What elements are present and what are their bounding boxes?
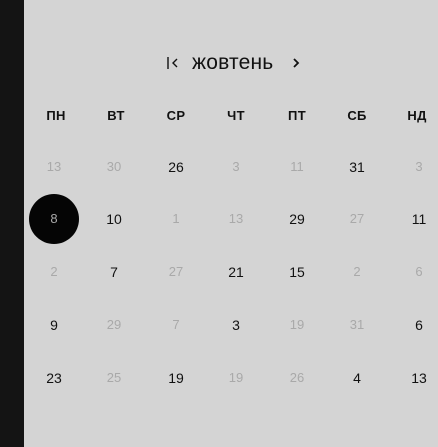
day-cell-wed[interactable]: 7 xyxy=(156,315,196,335)
selected-day-cell[interactable]: 8 xyxy=(29,194,79,244)
day-cell-tue[interactable]: 10 xyxy=(94,209,134,229)
day-cell-wed[interactable]: 27 xyxy=(156,262,196,282)
day-cell-tue[interactable]: 25 xyxy=(94,368,134,388)
day-cell-sun[interactable]: 11 xyxy=(399,209,438,229)
day-cell-wed[interactable]: 19 xyxy=(156,368,196,388)
day-cell-mon[interactable]: 2 xyxy=(34,262,74,282)
calendar-panel: жовтень ПН ВТ СР ЧТ ПТ СБ НД 13 30 26 3 11 31… xyxy=(24,0,438,447)
day-cell-sun[interactable]: 3 xyxy=(399,157,438,177)
day-cell-sat[interactable]: 4 xyxy=(337,368,377,388)
day-cell-fri[interactable]: 26 xyxy=(277,368,317,388)
day-cell-thu[interactable]: 21 xyxy=(216,262,256,282)
day-grid: 13 30 26 3 11 31 3 8 10 1 13 29 27 11 2 7 27 21 15 2 6 9 29 7 3 1… xyxy=(24,0,438,447)
day-cell-mon[interactable]: 13 xyxy=(34,157,74,177)
day-cell-sun[interactable]: 6 xyxy=(399,315,438,335)
day-cell-tue[interactable]: 30 xyxy=(94,157,134,177)
day-cell-sat[interactable]: 27 xyxy=(337,209,377,229)
day-cell-sat[interactable]: 31 xyxy=(337,315,377,335)
day-cell-tue[interactable]: 29 xyxy=(94,315,134,335)
day-cell-fri[interactable]: 29 xyxy=(277,209,317,229)
day-cell-sun[interactable]: 13 xyxy=(399,368,438,388)
day-cell-mon[interactable]: 23 xyxy=(34,368,74,388)
day-cell-fri[interactable]: 19 xyxy=(277,315,317,335)
left-edge-bar xyxy=(0,0,24,447)
day-cell-thu[interactable]: 3 xyxy=(216,315,256,335)
day-cell-fri[interactable]: 11 xyxy=(277,157,317,177)
day-cell-wed[interactable]: 1 xyxy=(156,209,196,229)
day-cell-tue[interactable]: 7 xyxy=(94,262,134,282)
day-cell-thu[interactable]: 3 xyxy=(216,157,256,177)
day-cell-thu[interactable]: 19 xyxy=(216,368,256,388)
day-cell-sun[interactable]: 6 xyxy=(399,262,438,282)
day-cell-mon[interactable]: 9 xyxy=(34,315,74,335)
day-cell-fri[interactable]: 15 xyxy=(277,262,317,282)
day-cell-sat[interactable]: 31 xyxy=(337,157,377,177)
day-cell-wed[interactable]: 26 xyxy=(156,157,196,177)
day-cell-sat[interactable]: 2 xyxy=(337,262,377,282)
day-cell-thu[interactable]: 13 xyxy=(216,209,256,229)
